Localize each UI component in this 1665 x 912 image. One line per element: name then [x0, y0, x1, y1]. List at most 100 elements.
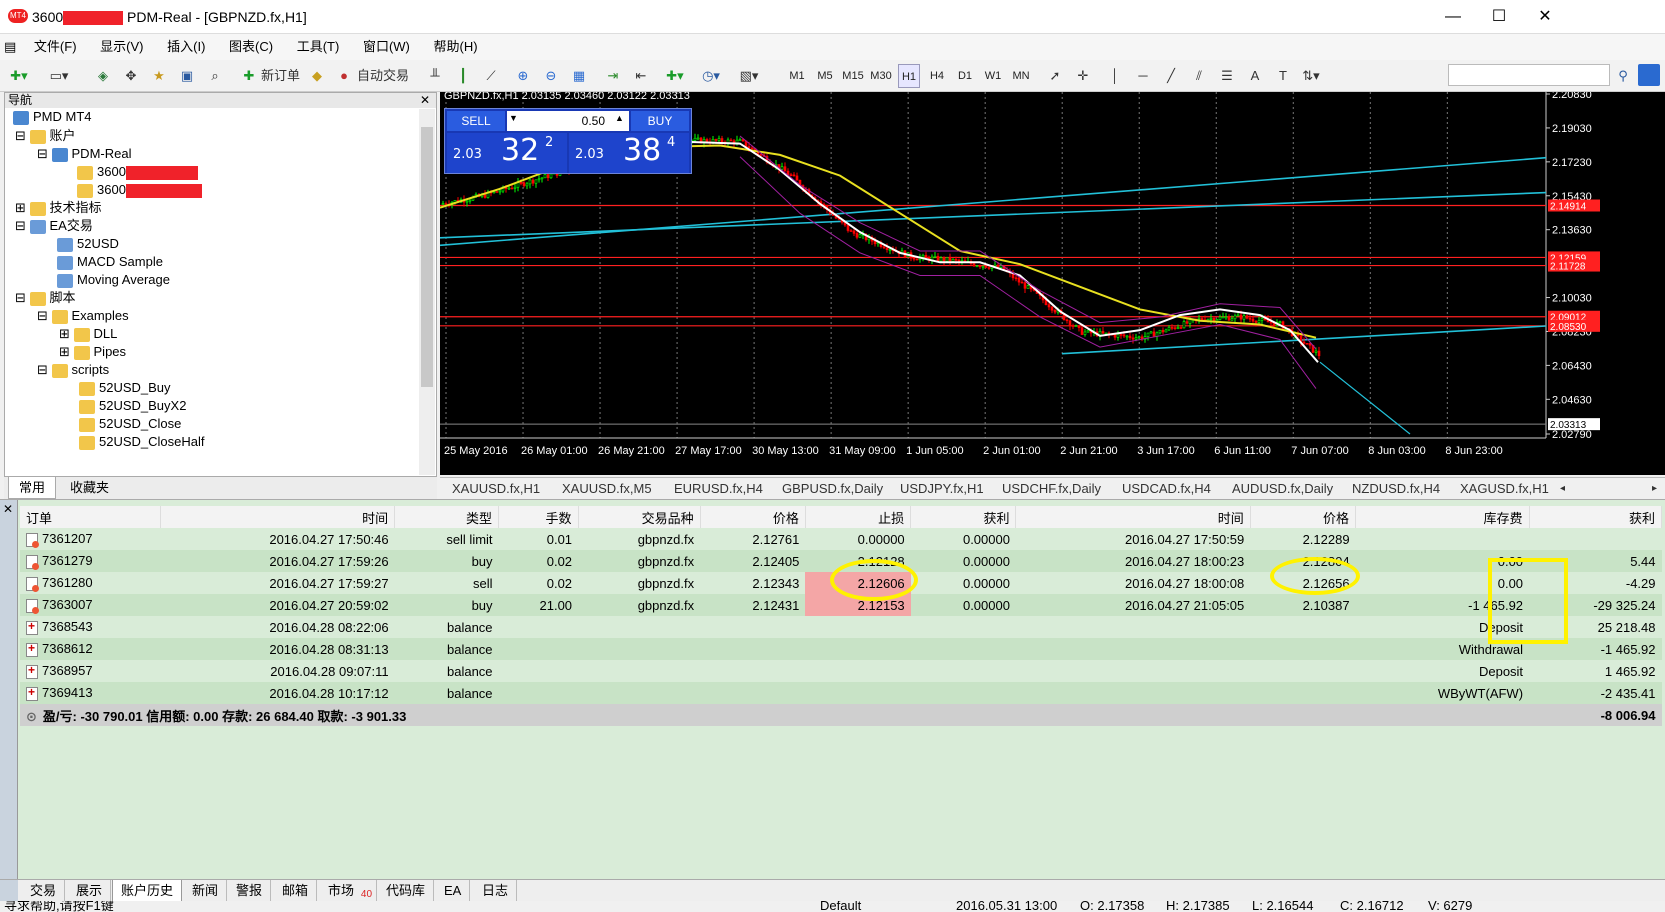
buy-price-box[interactable]: 2.03 38 4 [569, 133, 689, 173]
chart-tab[interactable]: USDCAD.fx,H4 [1122, 478, 1211, 500]
col-tp[interactable]: 获利 [910, 506, 1017, 528]
tree-dll[interactable]: ⊞ DLL [59, 324, 117, 343]
sell-price-box[interactable]: 2.03 32 2 [447, 133, 567, 173]
tab-journal[interactable]: 日志 [474, 880, 518, 902]
tester-icon[interactable]: ⌕ [204, 64, 226, 88]
tab-alerts[interactable]: 警报 [228, 880, 272, 902]
chart-tab[interactable]: XAUUSD.fx,M5 [562, 478, 652, 500]
tf-h4[interactable]: H4 [926, 64, 948, 88]
tree-script-closehalf[interactable]: 52USD_CloseHalf [79, 432, 205, 451]
close-button[interactable]: ✕ [1522, 0, 1568, 34]
tf-h1[interactable]: H1 [898, 64, 920, 88]
chart-tab[interactable]: AUDUSD.fx,Daily [1232, 478, 1333, 500]
periods-icon[interactable]: ◷▾ [700, 64, 722, 88]
sell-button[interactable]: SELL [447, 111, 505, 131]
lot-down-icon[interactable]: ▼ [509, 113, 518, 123]
col-close-time[interactable]: 时间 [1015, 506, 1251, 528]
tab-account-history[interactable]: 账户历史 [112, 880, 183, 902]
menu-help[interactable]: 帮助(H) [424, 34, 488, 60]
close-terminal-icon[interactable]: ✕ [3, 502, 13, 516]
tab-news[interactable]: 新闻 [184, 880, 228, 902]
col-price[interactable]: 价格 [700, 506, 806, 528]
tree-ea-52usd[interactable]: 52USD [57, 234, 119, 253]
tree-examples[interactable]: ⊟ Examples [37, 306, 129, 325]
doc-icon[interactable]: ▤ [0, 34, 20, 60]
tree-pipes[interactable]: ⊞ Pipes [59, 342, 126, 361]
menu-file[interactable]: 文件(F) [24, 34, 87, 60]
menu-view[interactable]: 显示(V) [90, 34, 153, 60]
auto-trade-button[interactable]: 自动交易 [357, 64, 409, 88]
scroll-left-icon[interactable]: ◂ [1560, 478, 1565, 500]
tree-root[interactable]: PMD MT4 [13, 107, 92, 126]
templates-icon[interactable]: ▧▾ [738, 64, 760, 88]
chart-tab[interactable]: USDCHF.fx,Daily [1002, 478, 1101, 500]
chart-tab[interactable]: GBPUSD.fx,Daily [782, 478, 883, 500]
buy-button[interactable]: BUY [631, 111, 689, 131]
chart-tab[interactable]: USDJPY.fx,H1 [900, 478, 984, 500]
menu-charts[interactable]: 图表(C) [219, 34, 283, 60]
col-swap[interactable]: 库存费 [1355, 506, 1530, 528]
tab-code-base[interactable]: 代码库 [378, 880, 435, 902]
line-chart-icon[interactable]: ⟋ [480, 64, 502, 88]
tf-m1[interactable]: M1 [786, 64, 808, 88]
new-order-button[interactable]: 新订单 [261, 64, 300, 88]
col-lots[interactable]: 手数 [498, 506, 579, 528]
lot-up-icon[interactable]: ▲ [615, 113, 624, 123]
terminal-icon[interactable]: ▣ [176, 64, 198, 88]
cursor-icon[interactable]: ➚ [1044, 64, 1066, 88]
tree-accounts[interactable]: ⊟ 账户 [15, 126, 76, 145]
tab-trade[interactable]: 交易 [22, 880, 66, 902]
tf-m15[interactable]: M15 [842, 64, 864, 88]
tree-indicators[interactable]: ⊞ 技术指标 [15, 198, 102, 217]
tree-account-2[interactable]: 3600 [77, 180, 202, 199]
tab-experts[interactable]: EA [436, 880, 471, 902]
profiles-icon[interactable]: ▭▾ [48, 64, 70, 88]
tf-w1[interactable]: W1 [982, 64, 1004, 88]
scroll-right-icon[interactable]: ▸ [1652, 478, 1657, 500]
table-row[interactable]: 7368543 2016.04.28 08:22:06 balance Depo… [20, 616, 1662, 638]
fibonacci-icon[interactable]: ☰ [1216, 64, 1238, 88]
tree-account-1[interactable]: 3600 [77, 162, 198, 181]
tree-ea-macd[interactable]: MACD Sample [57, 252, 163, 271]
tree-server[interactable]: ⊟ PDM-Real [37, 144, 131, 163]
tab-mailbox[interactable]: 邮箱 [274, 880, 318, 902]
tree-script-buyx2[interactable]: 52USD_BuyX2 [79, 396, 186, 415]
scrollbar-thumb[interactable] [421, 127, 433, 387]
arrows-icon[interactable]: ⇅▾ [1300, 64, 1322, 88]
new-order-icon[interactable]: ✚ [238, 64, 260, 88]
auto-trade-icon[interactable]: ● [333, 64, 355, 88]
search-icon[interactable]: ⚲ [1612, 64, 1634, 88]
tile-windows-icon[interactable]: ▦ [568, 64, 590, 88]
col-symbol[interactable]: 交易品种 [578, 506, 701, 528]
market-watch-icon[interactable]: ◈ [92, 64, 114, 88]
indicators-icon[interactable]: ✚▾ [664, 64, 686, 88]
chart-tab[interactable]: NZDUSD.fx,H4 [1352, 478, 1440, 500]
tree-experts[interactable]: ⊟ EA交易 [15, 216, 93, 235]
col-profit[interactable]: 获利 [1529, 506, 1663, 528]
zoom-out-icon[interactable]: ⊖ [540, 64, 562, 88]
table-row[interactable]: 7363007 2016.04.27 20:59:02 buy 21.00 gb… [20, 594, 1662, 616]
menu-tools[interactable]: 工具(T) [287, 34, 350, 60]
maximize-button[interactable]: ☐ [1476, 0, 1522, 34]
horizontal-line-icon[interactable]: ─ [1132, 64, 1154, 88]
tree-script-close[interactable]: 52USD_Close [79, 414, 181, 433]
navigator-scrollbar[interactable] [419, 109, 435, 475]
trendline-icon[interactable]: ╱ [1160, 64, 1182, 88]
close-navigator-icon[interactable]: ✕ [420, 93, 430, 108]
metaeditor-icon[interactable]: ◆ [306, 64, 328, 88]
chart-shift-icon[interactable]: ⇤ [630, 64, 652, 88]
new-chart-icon[interactable]: ✚▾ [8, 64, 30, 88]
text-label-icon[interactable]: T [1272, 64, 1294, 88]
tree-ea-ma[interactable]: Moving Average [57, 270, 170, 289]
col-order[interactable]: 订单 [20, 506, 161, 528]
bar-chart-icon[interactable]: ╨ [424, 64, 446, 88]
zoom-in-icon[interactable]: ⊕ [512, 64, 534, 88]
col-close-price[interactable]: 价格 [1250, 506, 1357, 528]
lot-input[interactable]: 0.50 [507, 111, 629, 131]
col-open-time[interactable]: 时间 [160, 506, 396, 528]
candlestick-icon[interactable]: ┃ [452, 64, 474, 88]
tf-m30[interactable]: M30 [870, 64, 892, 88]
chart-tab[interactable]: EURUSD.fx,H4 [674, 478, 763, 500]
table-row[interactable]: 7368612 2016.04.28 08:31:13 balance With… [20, 638, 1662, 660]
vertical-line-icon[interactable]: │ [1104, 64, 1126, 88]
